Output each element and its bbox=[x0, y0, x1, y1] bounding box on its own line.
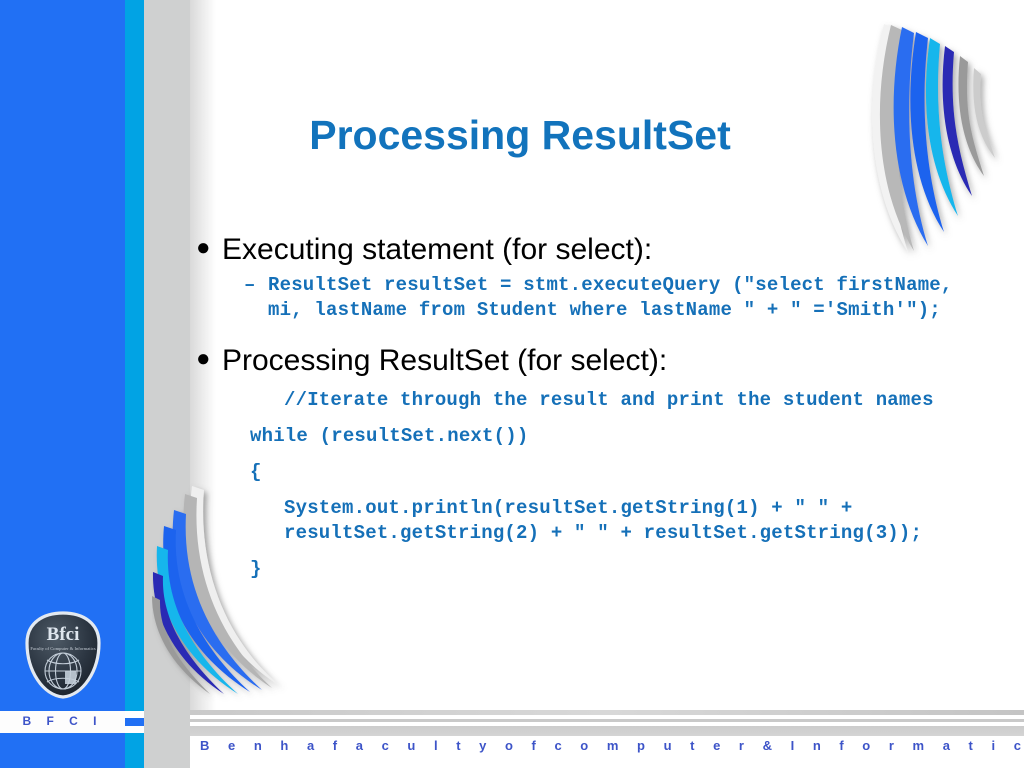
code-line-close-brace: } bbox=[250, 558, 262, 581]
footer-caption: B e n h a f a c u l t y o f c o m p u t … bbox=[200, 738, 1024, 753]
bullet-dot-icon: ● bbox=[196, 234, 211, 261]
bfci-acronym-text: B F C I bbox=[22, 714, 103, 728]
code-sub-item: – ResultSet resultSet = stmt.executeQuer… bbox=[244, 273, 996, 323]
slide-title: Processing ResultSet bbox=[309, 112, 731, 158]
svg-text:Faculty of Computer & Informat: Faculty of Computer & Informatics bbox=[30, 646, 96, 651]
bullet-label: Executing statement (for select): bbox=[222, 233, 653, 266]
bullet-item: ● Processing ResultSet (for select): bbox=[196, 343, 996, 378]
code-line-println: System.out.println(resultSet.getString(1… bbox=[284, 497, 923, 545]
footer-divider-mid bbox=[190, 719, 1024, 722]
bfci-band-tick bbox=[125, 718, 144, 726]
slide-canvas: Processing ResultSet ● Executing stateme… bbox=[0, 0, 1024, 768]
code-line-comment: //Iterate through the result and print t… bbox=[284, 388, 934, 411]
svg-text:Bfci: Bfci bbox=[47, 624, 80, 645]
bullet-dot-icon: ● bbox=[196, 344, 211, 372]
sidebar-cyan-stripe bbox=[125, 0, 144, 768]
footer-divider-bottom bbox=[190, 726, 1024, 736]
bfci-logo: Bfci Faculty of Computer & Informatics bbox=[21, 609, 105, 701]
dash-marker-icon: – bbox=[244, 274, 256, 297]
code-line-while: while (resultSet.next()) bbox=[250, 425, 529, 448]
sidebar-gray-stripe bbox=[144, 0, 190, 768]
code-line-open-brace: { bbox=[250, 461, 262, 484]
slide-body: ● Executing statement (for select): – Re… bbox=[196, 232, 996, 593]
footer-divider-top bbox=[190, 710, 1024, 715]
bullet-label: Processing ResultSet (for select): bbox=[222, 343, 668, 377]
code-block-loop: //Iterate through the result and print t… bbox=[250, 388, 996, 582]
code-snippet-query: ResultSet resultSet = stmt.executeQuery … bbox=[268, 274, 953, 322]
bullet-item: ● Executing statement (for select): bbox=[196, 232, 996, 267]
